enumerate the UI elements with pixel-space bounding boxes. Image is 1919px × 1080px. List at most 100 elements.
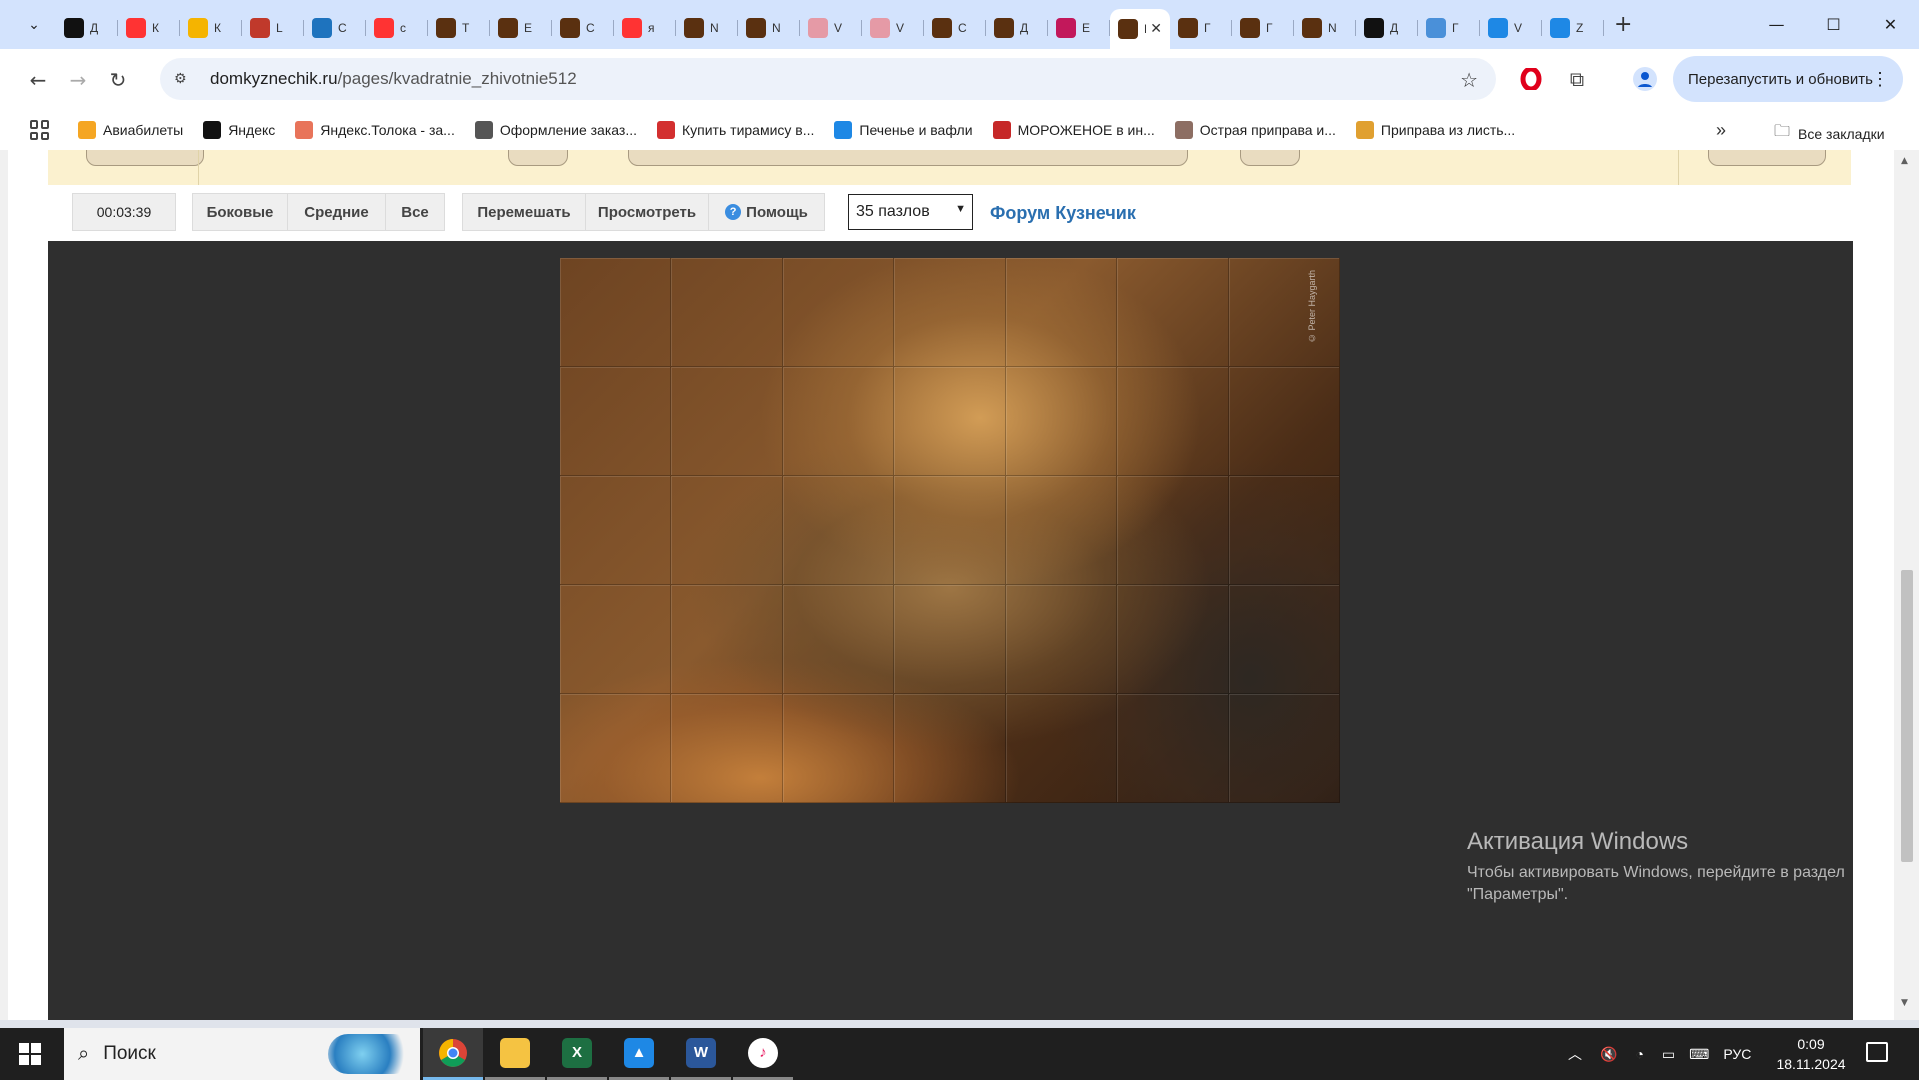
browser-tab[interactable]: Г — [1232, 10, 1294, 46]
puzzle-piece[interactable] — [671, 367, 783, 476]
puzzle-piece[interactable] — [1005, 258, 1118, 367]
browser-tab[interactable]: N — [676, 10, 738, 46]
puzzle-piece[interactable] — [560, 367, 672, 476]
browser-tab[interactable]: С — [924, 10, 986, 46]
puzzle-piece[interactable] — [560, 585, 672, 694]
puzzle-piece[interactable] — [1228, 585, 1340, 694]
browser-tab[interactable]: N — [1294, 10, 1356, 46]
back-button[interactable]: ← — [22, 64, 54, 96]
puzzle-piece[interactable] — [560, 694, 672, 803]
browser-tab[interactable]: С — [304, 10, 366, 46]
apps-grid-icon[interactable] — [30, 120, 50, 140]
taskbar-itunes[interactable]: ♪ — [733, 1028, 793, 1080]
browser-tab[interactable]: С — [552, 10, 614, 46]
menu-dots-icon[interactable]: ⋮ — [1871, 69, 1889, 90]
scroll-thumb[interactable] — [1901, 570, 1913, 862]
taskbar-chrome[interactable] — [423, 1028, 483, 1080]
puzzle-piece[interactable] — [560, 476, 672, 585]
opera-icon[interactable] — [1518, 66, 1544, 92]
browser-tab[interactable]: V — [1480, 10, 1542, 46]
puzzle-piece[interactable] — [1117, 585, 1229, 694]
profile-avatar[interactable] — [1632, 66, 1658, 92]
taskbar-clock[interactable]: 0:09 18.11.2024 — [1776, 1034, 1846, 1074]
browser-tab[interactable]: c — [366, 10, 428, 46]
taskbar-explorer[interactable] — [485, 1028, 545, 1080]
puzzle-piece[interactable] — [1117, 694, 1229, 803]
puzzle-piece[interactable] — [782, 258, 895, 367]
browser-tab[interactable]: Z — [1542, 10, 1604, 46]
preview-button[interactable]: Просмотреть — [585, 193, 709, 231]
puzzle-piece[interactable] — [894, 476, 1006, 585]
minimize-button[interactable]: — — [1748, 0, 1805, 49]
puzzle-piece[interactable] — [671, 694, 783, 803]
pieces-count-select[interactable]: 35 пазлов ▼ — [848, 194, 973, 230]
bookmark-item[interactable]: Купить тирамису в... — [657, 121, 814, 139]
bookmark-item[interactable]: МОРОЖЕНОЕ в ин... — [992, 121, 1155, 139]
browser-tab[interactable]: Т — [428, 10, 490, 46]
help-button[interactable]: ? Помощь — [708, 193, 825, 231]
banner-tab[interactable] — [1240, 150, 1300, 166]
browser-tab[interactable]: L — [242, 10, 304, 46]
puzzle-piece[interactable] — [782, 585, 895, 694]
bookmark-item[interactable]: Оформление заказ... — [474, 121, 637, 139]
puzzle-piece[interactable] — [782, 476, 895, 585]
puzzle-piece[interactable] — [671, 585, 783, 694]
close-tab-icon[interactable]: ✕ — [1150, 21, 1162, 37]
puzzle-piece[interactable] — [782, 367, 895, 476]
show-hidden-icons-icon[interactable]: ︿ — [1568, 1044, 1582, 1064]
bookmark-item[interactable]: Авиабилеты — [78, 121, 183, 139]
browser-tab[interactable]: Е — [1048, 10, 1110, 46]
browser-tab[interactable]: V — [862, 10, 924, 46]
puzzle-piece[interactable] — [894, 258, 1006, 367]
puzzle-piece[interactable] — [1005, 367, 1118, 476]
browser-tab[interactable]: N — [738, 10, 800, 46]
close-window-button[interactable]: ✕ — [1862, 0, 1919, 49]
bookmark-item[interactable]: Яндекс.Толока - за... — [295, 121, 455, 139]
start-button[interactable] — [0, 1028, 60, 1080]
browser-tab[interactable]: Г — [1418, 10, 1480, 46]
banner-button-right[interactable] — [1708, 150, 1826, 166]
puzzle-piece[interactable] — [560, 258, 672, 367]
more-bookmarks-icon[interactable]: » — [1716, 120, 1726, 141]
puzzle-piece[interactable] — [671, 258, 783, 367]
browser-tab[interactable]: Д — [1356, 10, 1418, 46]
puzzle-piece[interactable] — [1117, 476, 1229, 585]
bookmark-item[interactable]: Острая приправа и... — [1174, 121, 1336, 139]
browser-tab[interactable]: Д — [986, 10, 1048, 46]
all-button[interactable]: Все — [385, 193, 445, 231]
puzzle-piece[interactable] — [671, 476, 783, 585]
keyboard-icon[interactable]: ⌨ — [1689, 1046, 1709, 1063]
puzzle-piece[interactable] — [782, 694, 895, 803]
bookmark-item[interactable]: Печенье и вафли — [834, 121, 973, 139]
all-bookmarks-button[interactable]: 🗀 Все закладки — [1774, 120, 1885, 147]
wifi-icon[interactable]: ◔ — [1635, 1046, 1643, 1062]
puzzle-piece[interactable] — [1228, 367, 1340, 476]
taskbar-word[interactable]: W — [671, 1028, 731, 1080]
language-indicator[interactable]: РУС — [1723, 1046, 1751, 1062]
reload-button[interactable]: ↻ — [102, 64, 134, 96]
banner-button-left[interactable] — [86, 150, 204, 166]
puzzle-piece[interactable] — [894, 694, 1006, 803]
extensions-icon[interactable]: ⧉ — [1564, 66, 1590, 92]
taskbar-excel[interactable]: X — [547, 1028, 607, 1080]
forum-link[interactable]: Форум Кузнечик — [990, 203, 1136, 224]
puzzle-piece[interactable] — [1005, 476, 1118, 585]
volume-muted-icon[interactable]: 🔇 — [1600, 1046, 1617, 1063]
taskbar-search[interactable]: ⌕ Поиск — [64, 1028, 420, 1080]
browser-tab[interactable]: Д — [56, 10, 118, 46]
bookmark-item[interactable]: Яндекс — [203, 121, 275, 139]
edges-button[interactable]: Боковые — [192, 193, 288, 231]
notifications-icon[interactable] — [1866, 1042, 1888, 1062]
banner-tab[interactable] — [508, 150, 568, 166]
taskbar-photos[interactable]: ▲ — [609, 1028, 669, 1080]
puzzle-piece[interactable] — [1228, 694, 1340, 803]
bookmark-item[interactable]: Приправа из листь... — [1355, 121, 1515, 139]
puzzle-piece[interactable] — [894, 585, 1006, 694]
browser-tab[interactable]: Г — [1170, 10, 1232, 46]
browser-tab[interactable]: Е — [490, 10, 552, 46]
puzzle-piece[interactable] — [1117, 258, 1229, 367]
battery-icon[interactable]: ▭ — [1662, 1046, 1675, 1063]
tab-search-menu-button[interactable]: ⌄ — [20, 11, 48, 39]
maximize-button[interactable]: ☐ — [1805, 0, 1862, 49]
new-tab-button[interactable]: + — [1614, 12, 1632, 37]
